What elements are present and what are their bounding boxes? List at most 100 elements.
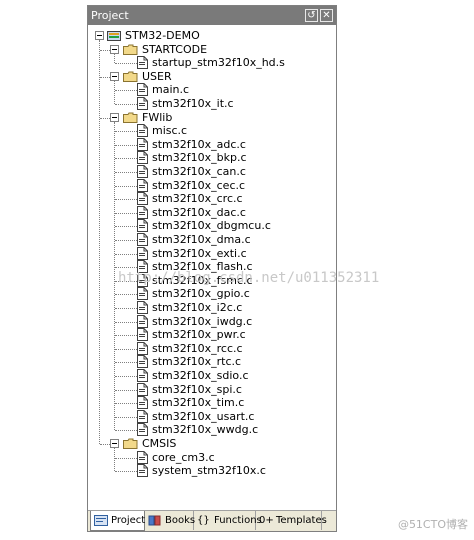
tree-file[interactable]: stm32f10x_adc.c	[88, 137, 328, 152]
file-icon	[137, 409, 148, 423]
project-icon	[107, 31, 121, 41]
tree-file[interactable]: stm32f10x_i2c.c	[88, 301, 328, 315]
tree-group-cmsis[interactable]: CMSIS	[88, 437, 328, 451]
tree-file-label: stm32f10x_tim.c	[152, 396, 245, 410]
tree-file-label: stm32f10x_flash.c	[152, 260, 253, 274]
tree-file[interactable]: stm32f10x_usart.c	[88, 409, 328, 424]
tab-label: Project	[111, 515, 146, 526]
tree-file[interactable]: stm32f10x_sdio.c	[88, 369, 328, 383]
tree-file-label: stm32f10x_iwdg.c	[152, 314, 253, 328]
file-icon	[137, 382, 148, 396]
tree-group-startcode[interactable]: STARTCODE	[88, 43, 328, 57]
tree-file[interactable]: startup_stm32f10x_hd.s	[88, 56, 328, 70]
tree-file-label: stm32f10x_gpio.c	[152, 287, 250, 301]
tree-file-label: stm32f10x_spi.c	[152, 382, 242, 396]
tree-file[interactable]: stm32f10x_tim.c	[88, 396, 328, 410]
tree-file-label: stm32f10x_pwr.c	[152, 328, 246, 342]
file-icon	[137, 192, 148, 206]
tree-file[interactable]: stm32f10x_pwr.c	[88, 328, 328, 342]
tree-file-label: stm32f10x_can.c	[152, 165, 246, 178]
collapse-icon[interactable]	[95, 31, 104, 40]
tree-file[interactable]: stm32f10x_dbgmcu.c	[88, 219, 328, 233]
file-icon	[137, 464, 148, 478]
folder-icon	[123, 438, 138, 449]
tree-file[interactable]: stm32f10x_rtc.c	[88, 355, 328, 369]
close-icon[interactable]: ✕	[320, 9, 333, 22]
tree-file[interactable]: stm32f10x_gpio.c	[88, 287, 328, 301]
tree-group-label: FWlib	[142, 110, 173, 124]
file-icon	[137, 328, 148, 342]
tree-file[interactable]: stm32f10x_it.c	[88, 97, 328, 111]
folder-icon	[123, 71, 138, 82]
tree-connector	[100, 49, 110, 51]
tree-file[interactable]: main.c	[88, 83, 328, 97]
project-tab-icon	[94, 515, 108, 526]
collapse-icon[interactable]	[110, 439, 119, 448]
tree-file[interactable]: stm32f10x_can.c	[88, 165, 328, 179]
tab-books[interactable]: Books	[145, 511, 195, 530]
panel-tabs: Project Books {} Functions 0+ Templates	[88, 510, 336, 531]
file-icon	[137, 83, 148, 97]
file-icon	[137, 273, 148, 287]
tab-functions[interactable]: {} Functions	[194, 511, 262, 530]
books-icon	[148, 515, 161, 526]
tree-file[interactable]: core_cm3.c	[88, 450, 328, 465]
tab-project[interactable]: Project	[90, 511, 145, 531]
templates-icon: 0+	[259, 515, 274, 526]
tree-file-label: stm32f10x_exti.c	[152, 246, 247, 260]
file-icon	[137, 314, 148, 328]
collapse-icon[interactable]	[110, 71, 119, 81]
tree-file[interactable]: system_stm32f10x.c	[88, 464, 328, 478]
tab-label: Functions	[214, 515, 262, 526]
panel-titlebar: Project ↺ ✕	[88, 6, 336, 25]
project-tree: STM32-DEMO STARTCODE startup_stm32f10x_hd.…	[88, 25, 336, 510]
tree-file[interactable]: stm32f10x_flash.c	[88, 260, 328, 274]
file-icon	[137, 450, 148, 464]
panel-title: Project	[91, 9, 129, 22]
tree-connector	[114, 121, 115, 431]
tree-group-fwlib[interactable]: FWlib	[88, 111, 328, 125]
collapse-icon[interactable]	[110, 44, 119, 54]
tree-file[interactable]: stm32f10x_dac.c	[88, 205, 328, 220]
file-icon	[137, 205, 148, 219]
tree-file-label: stm32f10x_usart.c	[152, 409, 255, 423]
tree-connector	[114, 448, 115, 472]
tree-file[interactable]: stm32f10x_rcc.c	[88, 341, 328, 356]
tree-group-user[interactable]: USER	[88, 70, 328, 84]
file-icon	[137, 341, 148, 355]
file-icon	[137, 301, 148, 314]
tab-templates[interactable]: 0+ Templates	[256, 511, 327, 530]
tree-file-label: stm32f10x_adc.c	[152, 137, 246, 151]
tree-root-label: STM32-DEMO	[125, 29, 200, 42]
file-icon	[137, 178, 148, 192]
tree-file[interactable]: stm32f10x_spi.c	[88, 382, 328, 397]
tree-file[interactable]: stm32f10x_wwdg.c	[88, 423, 328, 437]
tree-file[interactable]: stm32f10x_cec.c	[88, 178, 328, 193]
tree-group-label: STARTCODE	[142, 42, 208, 56]
tree-file-label: misc.c	[152, 124, 188, 138]
collapse-icon[interactable]	[110, 112, 119, 122]
tree-file[interactable]: stm32f10x_fsmc.c	[88, 273, 328, 288]
file-icon	[137, 151, 148, 165]
file-icon	[137, 124, 148, 138]
tree-root[interactable]: STM32-DEMO	[88, 29, 328, 43]
tree-file-label: system_stm32f10x.c	[152, 464, 266, 478]
tree-file-label: core_cm3.c	[152, 450, 215, 464]
tree-file[interactable]: misc.c	[88, 124, 328, 138]
tree-file-label: stm32f10x_rcc.c	[152, 341, 243, 355]
tree-file[interactable]: stm32f10x_iwdg.c	[88, 314, 328, 329]
tree-group-label: USER	[142, 69, 172, 83]
tree-file[interactable]: stm32f10x_dma.c	[88, 233, 328, 247]
file-icon	[137, 246, 148, 260]
tree-file[interactable]: stm32f10x_crc.c	[88, 192, 328, 206]
pin-icon[interactable]: ↺	[305, 9, 318, 22]
tree-connector	[100, 76, 110, 78]
file-icon	[137, 396, 148, 410]
file-icon	[137, 369, 148, 382]
tree-file-label: stm32f10x_bkp.c	[152, 151, 247, 165]
file-icon	[137, 423, 148, 437]
functions-icon: {}	[197, 515, 210, 526]
corner-watermark: @51CTO博客	[397, 518, 468, 531]
tree-file[interactable]: stm32f10x_exti.c	[88, 246, 328, 261]
tree-file[interactable]: stm32f10x_bkp.c	[88, 151, 328, 165]
